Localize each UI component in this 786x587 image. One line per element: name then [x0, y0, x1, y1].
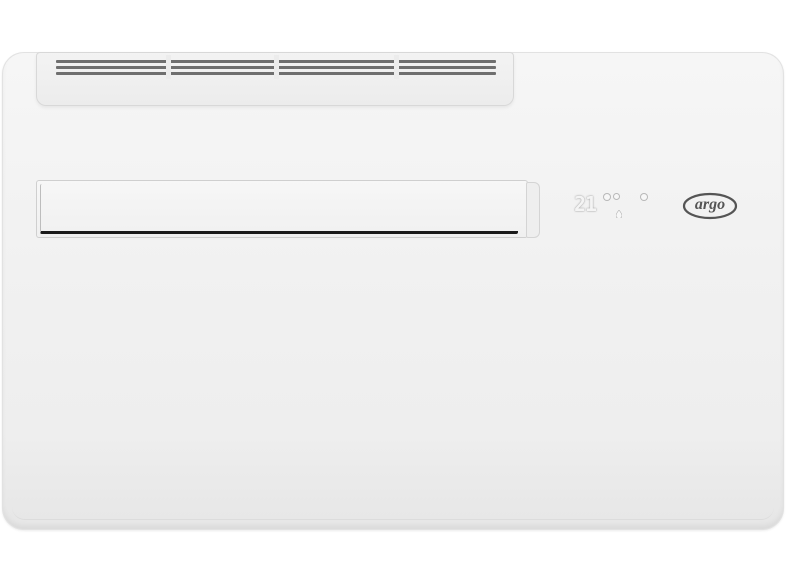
air-conditioner-body	[2, 52, 784, 530]
flap-end-cap	[526, 182, 540, 238]
mode-indicator	[614, 194, 619, 199]
fan-indicator	[604, 194, 610, 200]
grille-rib	[394, 55, 399, 79]
top-air-grille	[36, 52, 514, 106]
bottom-rim	[12, 507, 774, 520]
grille-rib	[166, 55, 171, 79]
grille-rib	[274, 55, 279, 79]
brand-logo: argo	[682, 192, 738, 220]
flap-edge	[40, 184, 518, 234]
water-drop-icon	[615, 203, 623, 219]
brand-logo-text: argo	[694, 196, 726, 213]
product-image: 21 argo	[0, 0, 786, 587]
control-display: 21	[574, 190, 654, 220]
temperature-readout: 21	[574, 192, 597, 216]
air-outlet-flap	[36, 180, 540, 238]
power-indicator	[641, 194, 647, 200]
